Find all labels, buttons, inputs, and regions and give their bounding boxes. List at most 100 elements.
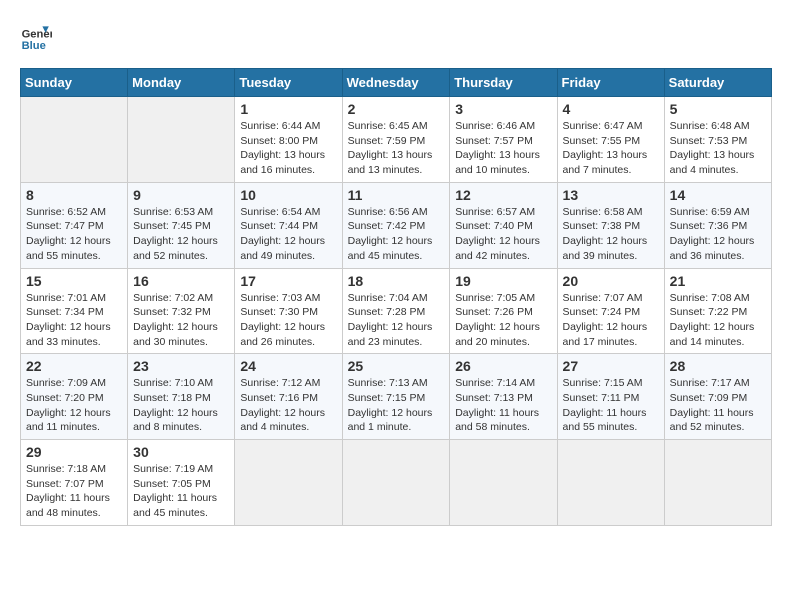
day-number: 29 [26,444,122,460]
day-number: 17 [240,273,336,289]
header-sunday: Sunday [21,69,128,97]
calendar-cell: 11 Sunrise: 6:56 AMSunset: 7:42 PMDaylig… [342,182,450,268]
calendar-cell [557,440,664,526]
day-info: Sunrise: 7:07 AMSunset: 7:24 PMDaylight:… [563,291,659,350]
header-friday: Friday [557,69,664,97]
day-number: 24 [240,358,336,374]
calendar-table: SundayMondayTuesdayWednesdayThursdayFrid… [20,68,772,526]
calendar-cell: 13 Sunrise: 6:58 AMSunset: 7:38 PMDaylig… [557,182,664,268]
day-info: Sunrise: 7:18 AMSunset: 7:07 PMDaylight:… [26,462,122,521]
day-number: 22 [26,358,122,374]
header-thursday: Thursday [450,69,557,97]
calendar-cell [450,440,557,526]
header-wednesday: Wednesday [342,69,450,97]
day-number: 28 [670,358,766,374]
calendar-cell: 24 Sunrise: 7:12 AMSunset: 7:16 PMDaylig… [235,354,342,440]
day-info: Sunrise: 7:08 AMSunset: 7:22 PMDaylight:… [670,291,766,350]
day-number: 26 [455,358,551,374]
page-header: General Blue [20,20,772,52]
logo: General Blue [20,20,52,52]
svg-text:General: General [22,29,52,41]
day-number: 16 [133,273,229,289]
calendar-cell [128,97,235,183]
calendar-cell: 26 Sunrise: 7:14 AMSunset: 7:13 PMDaylig… [450,354,557,440]
day-number: 18 [348,273,445,289]
calendar-week-4: 22 Sunrise: 7:09 AMSunset: 7:20 PMDaylig… [21,354,772,440]
calendar-cell: 14 Sunrise: 6:59 AMSunset: 7:36 PMDaylig… [664,182,771,268]
day-number: 20 [563,273,659,289]
calendar-cell: 30 Sunrise: 7:19 AMSunset: 7:05 PMDaylig… [128,440,235,526]
day-info: Sunrise: 7:02 AMSunset: 7:32 PMDaylight:… [133,291,229,350]
calendar-cell: 3 Sunrise: 6:46 AMSunset: 7:57 PMDayligh… [450,97,557,183]
calendar-cell: 1 Sunrise: 6:44 AMSunset: 8:00 PMDayligh… [235,97,342,183]
day-number: 2 [348,101,445,117]
calendar-week-5: 29 Sunrise: 7:18 AMSunset: 7:07 PMDaylig… [21,440,772,526]
calendar-cell [235,440,342,526]
header-monday: Monday [128,69,235,97]
day-info: Sunrise: 6:45 AMSunset: 7:59 PMDaylight:… [348,119,445,178]
calendar-cell: 10 Sunrise: 6:54 AMSunset: 7:44 PMDaylig… [235,182,342,268]
calendar-cell: 25 Sunrise: 7:13 AMSunset: 7:15 PMDaylig… [342,354,450,440]
day-number: 19 [455,273,551,289]
header-tuesday: Tuesday [235,69,342,97]
calendar-week-3: 15 Sunrise: 7:01 AMSunset: 7:34 PMDaylig… [21,268,772,354]
calendar-cell: 12 Sunrise: 6:57 AMSunset: 7:40 PMDaylig… [450,182,557,268]
calendar-cell: 4 Sunrise: 6:47 AMSunset: 7:55 PMDayligh… [557,97,664,183]
day-info: Sunrise: 7:15 AMSunset: 7:11 PMDaylight:… [563,376,659,435]
calendar-cell: 23 Sunrise: 7:10 AMSunset: 7:18 PMDaylig… [128,354,235,440]
day-number: 12 [455,187,551,203]
day-info: Sunrise: 6:56 AMSunset: 7:42 PMDaylight:… [348,205,445,264]
calendar-cell: 15 Sunrise: 7:01 AMSunset: 7:34 PMDaylig… [21,268,128,354]
calendar-week-1: 1 Sunrise: 6:44 AMSunset: 8:00 PMDayligh… [21,97,772,183]
day-number: 25 [348,358,445,374]
day-info: Sunrise: 6:44 AMSunset: 8:00 PMDaylight:… [240,119,336,178]
day-number: 5 [670,101,766,117]
calendar-cell: 5 Sunrise: 6:48 AMSunset: 7:53 PMDayligh… [664,97,771,183]
calendar-header-row: SundayMondayTuesdayWednesdayThursdayFrid… [21,69,772,97]
day-number: 8 [26,187,122,203]
day-info: Sunrise: 6:57 AMSunset: 7:40 PMDaylight:… [455,205,551,264]
day-number: 9 [133,187,229,203]
calendar-week-2: 8 Sunrise: 6:52 AMSunset: 7:47 PMDayligh… [21,182,772,268]
day-info: Sunrise: 7:05 AMSunset: 7:26 PMDaylight:… [455,291,551,350]
day-info: Sunrise: 6:53 AMSunset: 7:45 PMDaylight:… [133,205,229,264]
calendar-cell [342,440,450,526]
day-number: 23 [133,358,229,374]
day-info: Sunrise: 7:12 AMSunset: 7:16 PMDaylight:… [240,376,336,435]
day-info: Sunrise: 6:46 AMSunset: 7:57 PMDaylight:… [455,119,551,178]
calendar-cell: 20 Sunrise: 7:07 AMSunset: 7:24 PMDaylig… [557,268,664,354]
calendar-cell: 29 Sunrise: 7:18 AMSunset: 7:07 PMDaylig… [21,440,128,526]
calendar-cell: 28 Sunrise: 7:17 AMSunset: 7:09 PMDaylig… [664,354,771,440]
day-info: Sunrise: 6:58 AMSunset: 7:38 PMDaylight:… [563,205,659,264]
calendar-cell: 2 Sunrise: 6:45 AMSunset: 7:59 PMDayligh… [342,97,450,183]
day-info: Sunrise: 7:14 AMSunset: 7:13 PMDaylight:… [455,376,551,435]
day-info: Sunrise: 6:48 AMSunset: 7:53 PMDaylight:… [670,119,766,178]
calendar-cell [21,97,128,183]
calendar-cell: 8 Sunrise: 6:52 AMSunset: 7:47 PMDayligh… [21,182,128,268]
day-number: 15 [26,273,122,289]
day-info: Sunrise: 6:52 AMSunset: 7:47 PMDaylight:… [26,205,122,264]
day-info: Sunrise: 6:54 AMSunset: 7:44 PMDaylight:… [240,205,336,264]
day-number: 27 [563,358,659,374]
day-number: 10 [240,187,336,203]
day-info: Sunrise: 7:13 AMSunset: 7:15 PMDaylight:… [348,376,445,435]
header-saturday: Saturday [664,69,771,97]
calendar-cell: 16 Sunrise: 7:02 AMSunset: 7:32 PMDaylig… [128,268,235,354]
calendar-cell: 17 Sunrise: 7:03 AMSunset: 7:30 PMDaylig… [235,268,342,354]
logo-icon: General Blue [20,20,52,52]
day-info: Sunrise: 7:04 AMSunset: 7:28 PMDaylight:… [348,291,445,350]
calendar-cell: 22 Sunrise: 7:09 AMSunset: 7:20 PMDaylig… [21,354,128,440]
day-info: Sunrise: 6:47 AMSunset: 7:55 PMDaylight:… [563,119,659,178]
calendar-cell [664,440,771,526]
day-info: Sunrise: 7:17 AMSunset: 7:09 PMDaylight:… [670,376,766,435]
calendar-cell: 9 Sunrise: 6:53 AMSunset: 7:45 PMDayligh… [128,182,235,268]
calendar-cell: 18 Sunrise: 7:04 AMSunset: 7:28 PMDaylig… [342,268,450,354]
day-info: Sunrise: 7:03 AMSunset: 7:30 PMDaylight:… [240,291,336,350]
day-number: 1 [240,101,336,117]
day-number: 4 [563,101,659,117]
day-number: 11 [348,187,445,203]
calendar-cell: 19 Sunrise: 7:05 AMSunset: 7:26 PMDaylig… [450,268,557,354]
svg-text:Blue: Blue [22,40,46,52]
day-number: 21 [670,273,766,289]
day-info: Sunrise: 7:01 AMSunset: 7:34 PMDaylight:… [26,291,122,350]
